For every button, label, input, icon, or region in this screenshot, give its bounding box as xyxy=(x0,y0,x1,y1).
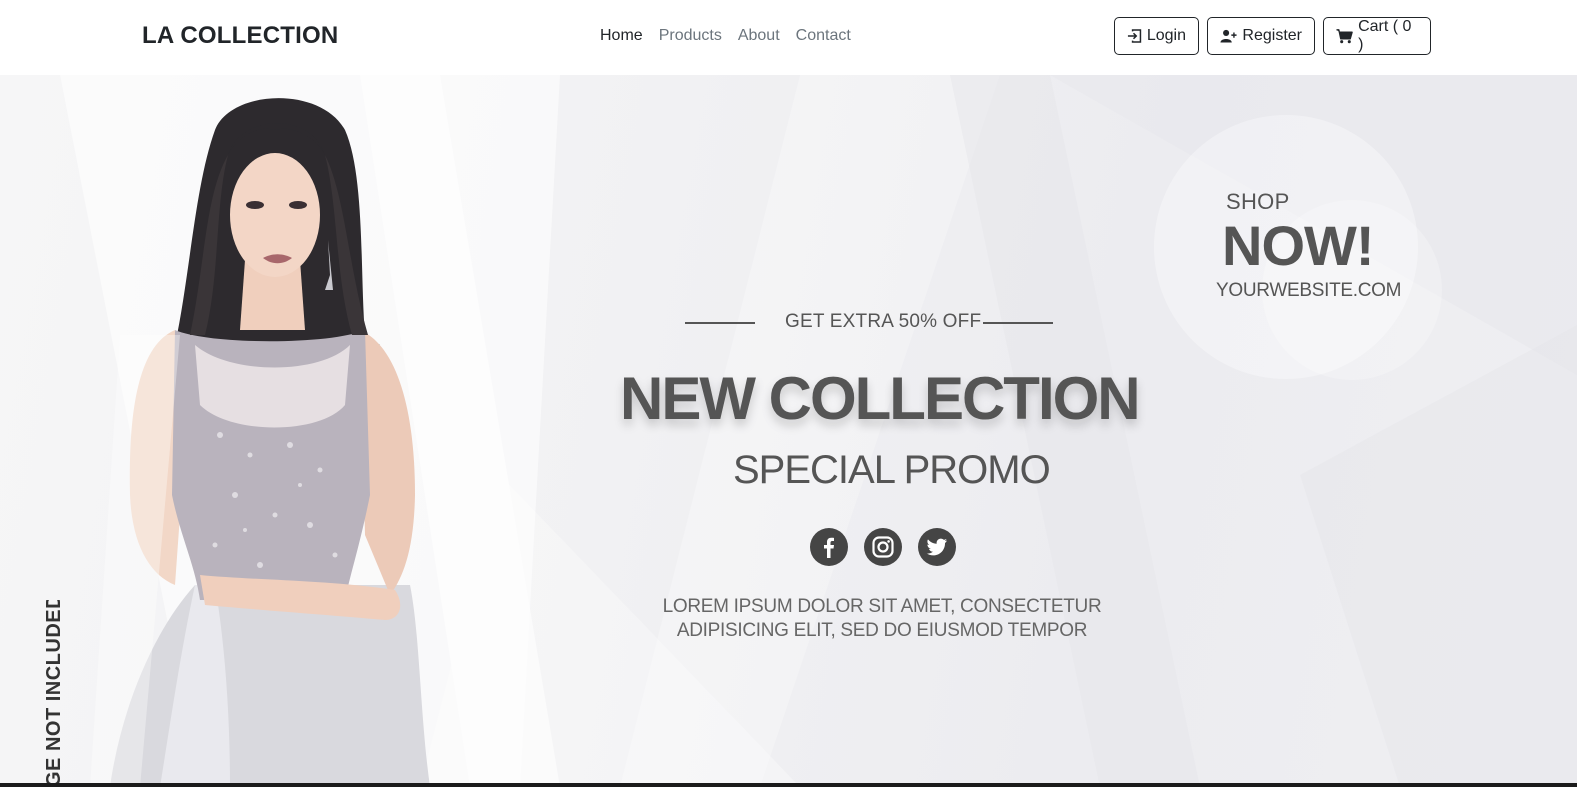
person-add-icon xyxy=(1220,29,1237,43)
model-photo xyxy=(90,98,430,787)
promo-description-line1: LOREM IPSUM DOLOR SIT AMET, CONSECTETUR xyxy=(662,596,1102,617)
hero-banner[interactable]: GE NOT INCLUDED SHOP NOW! YOURWEBSITE.CO… xyxy=(0,75,1577,787)
vertical-caption: GE NOT INCLUDED xyxy=(40,600,70,787)
promo-offer: GET EXTRA 50% OFF xyxy=(785,311,982,332)
nav-links: Home Products About Contact xyxy=(600,27,867,45)
promo-description: LOREM IPSUM DOLOR SIT AMET, CONSECTETUR … xyxy=(660,595,1104,643)
navbar: LA COLLECTION Home Products About Contac… xyxy=(0,0,1577,75)
brand-logo[interactable]: LA COLLECTION xyxy=(142,22,338,50)
nav-link-home[interactable]: Home xyxy=(600,27,643,45)
nav-actions: Login Register Cart ( 0 ) xyxy=(1114,17,1431,55)
vertical-caption-text: GE NOT INCLUDED xyxy=(43,600,65,787)
bottom-edge xyxy=(0,783,1577,787)
promo-title: NEW COLLECTION xyxy=(620,365,1141,432)
login-label: Login xyxy=(1146,27,1186,44)
login-icon xyxy=(1127,29,1142,43)
divider-right xyxy=(983,322,1053,324)
promo-subtitle: SPECIAL PROMO xyxy=(733,448,1051,492)
nav-link-about[interactable]: About xyxy=(738,27,780,45)
login-button[interactable]: Login xyxy=(1114,17,1199,55)
now-label: NOW! xyxy=(1222,214,1375,277)
facebook-link[interactable] xyxy=(810,528,848,566)
nav-link-products[interactable]: Products xyxy=(659,27,722,45)
cart-icon xyxy=(1336,29,1353,44)
social-links xyxy=(810,528,956,566)
cart-label: Cart ( 0 ) xyxy=(1358,18,1412,53)
register-button[interactable]: Register xyxy=(1207,17,1315,55)
instagram-link[interactable] xyxy=(864,528,902,566)
facebook-icon xyxy=(824,537,834,558)
twitter-icon xyxy=(926,538,947,556)
divider-left xyxy=(685,322,755,324)
nav-link-contact[interactable]: Contact xyxy=(796,27,851,45)
twitter-link[interactable] xyxy=(918,528,956,566)
cart-button[interactable]: Cart ( 0 ) xyxy=(1323,17,1431,55)
register-label: Register xyxy=(1242,27,1302,44)
shop-label: SHOP xyxy=(1226,189,1290,214)
website-label: YOURWEBSITE.COM xyxy=(1216,280,1402,301)
promo-description-line2: ADIPISICING ELIT, SED DO EIUSMOD TEMPOR xyxy=(676,620,1088,641)
instagram-icon xyxy=(872,536,894,558)
